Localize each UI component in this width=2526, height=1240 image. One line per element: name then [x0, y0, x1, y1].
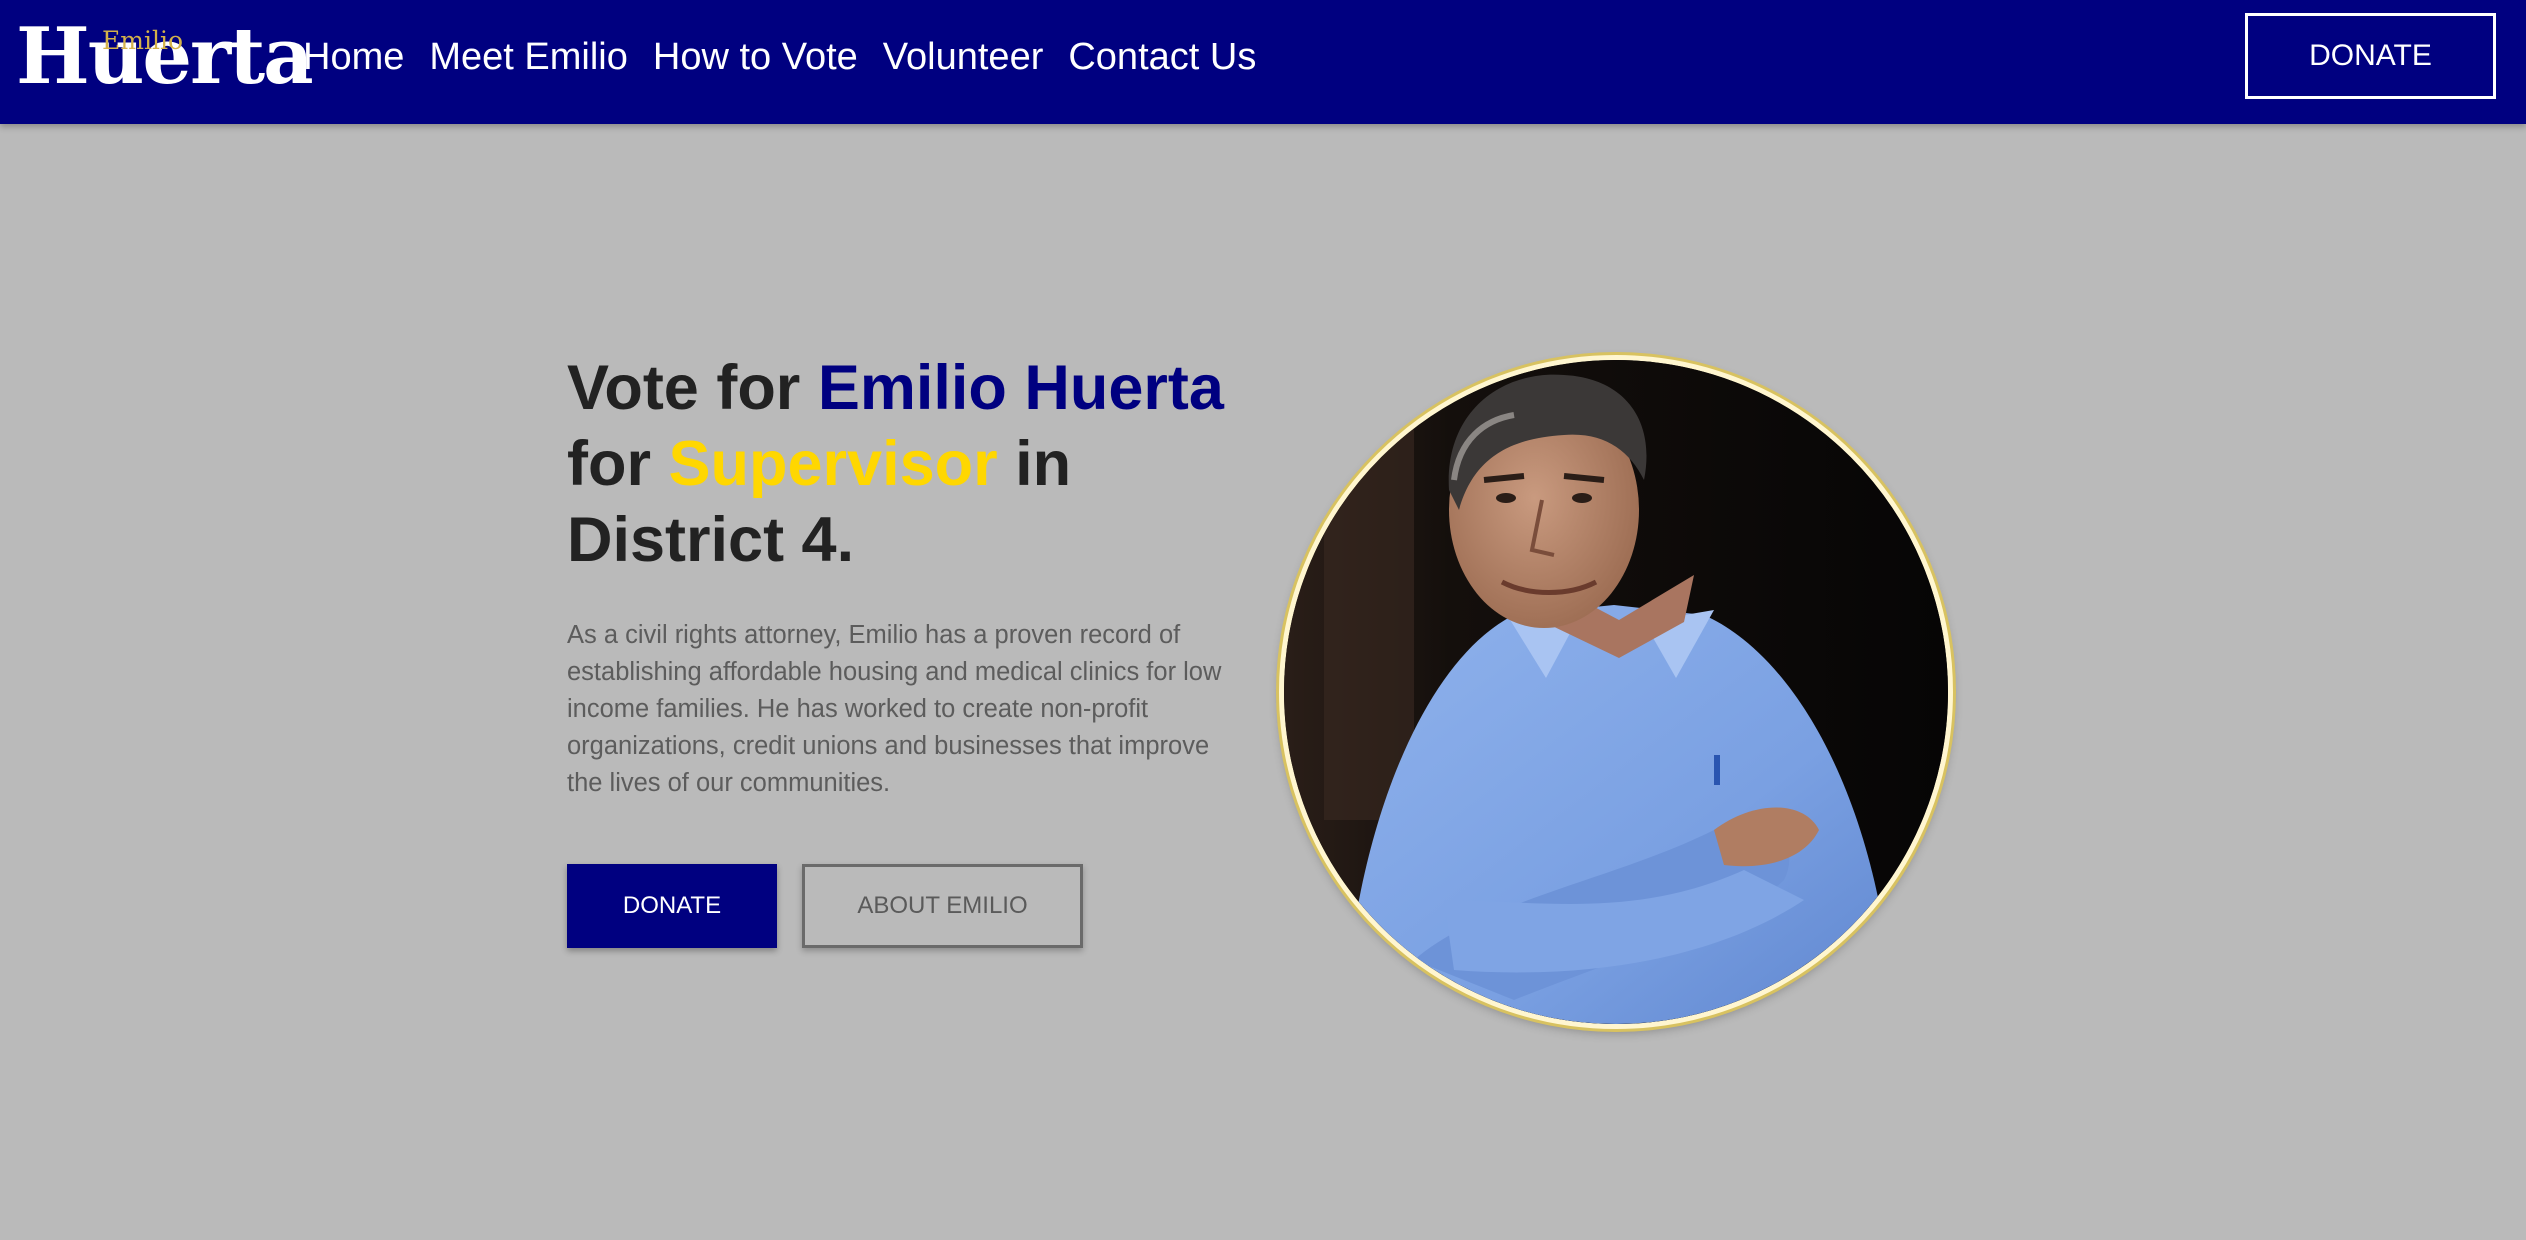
hero-donate-button[interactable]: DONATE: [567, 864, 777, 948]
nav-volunteer-link[interactable]: Volunteer: [883, 36, 1044, 79]
hero-heading: Vote for Emilio Huerta for Supervisor in…: [567, 350, 1267, 578]
nav-how-to-vote-link[interactable]: How to Vote: [653, 36, 858, 79]
candidate-photo-illustration: [1284, 360, 1948, 1024]
main-nav: Home Meet Emilio How to Vote Volunteer C…: [303, 0, 1256, 114]
header-donate-button[interactable]: DONATE: [2245, 13, 2496, 99]
heading-candidate-name: Emilio Huerta: [817, 353, 1224, 423]
nav-home-link[interactable]: Home: [303, 36, 404, 79]
logo-firstname: Emilio: [102, 26, 183, 55]
site-logo[interactable]: Huerta Emilio: [16, 18, 314, 98]
heading-text-for: for: [567, 429, 669, 499]
heading-text-vote-for: Vote for: [567, 353, 818, 423]
nav-contact-us-link[interactable]: Contact Us: [1068, 36, 1256, 79]
nav-meet-emilio-link[interactable]: Meet Emilio: [429, 36, 628, 79]
candidate-portrait: [1279, 355, 1953, 1029]
hero-description: As a civil rights attorney, Emilio has a…: [567, 621, 1222, 797]
site-header: Huerta Emilio Home Meet Emilio How to Vo…: [0, 0, 2526, 124]
heading-office: Supervisor: [668, 429, 998, 499]
about-emilio-button[interactable]: ABOUT EMILIO: [802, 864, 1083, 948]
